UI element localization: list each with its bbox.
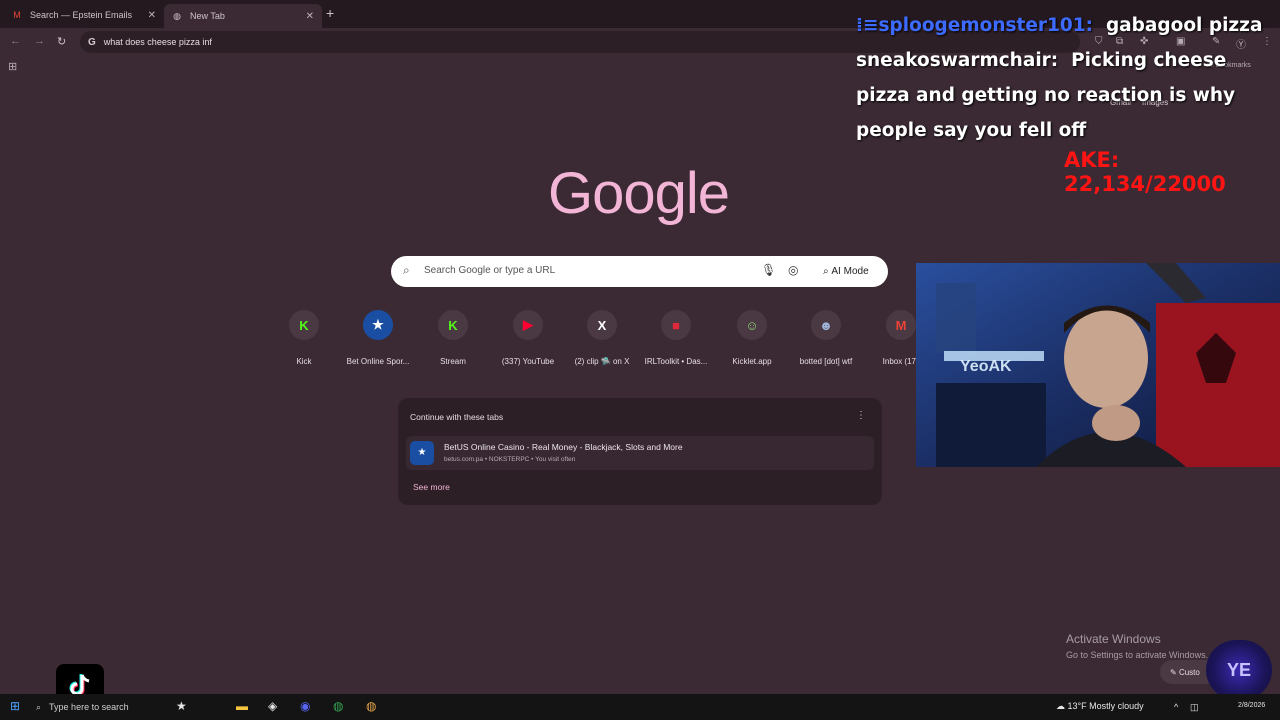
continue-tab-subtitle: betus.com.pa • NOKSTERPC • You visit oft… bbox=[444, 456, 576, 463]
gmail-icon: M bbox=[886, 310, 916, 340]
ai-mode-label: AI Mode bbox=[831, 266, 869, 277]
continue-tabs-card: Continue with these tabs ⋮ ★ BetUS Onlin… bbox=[398, 398, 882, 505]
shortcut-label: Stream bbox=[440, 357, 466, 366]
shortcut-inbox[interactable]: M Inbox (17 bbox=[864, 310, 916, 366]
address-bar-text: what does cheese pizza inf bbox=[103, 37, 212, 47]
google-g-icon: G bbox=[88, 36, 96, 48]
shortcuts-row: K Kick ★ Bet Online Spor... K Stream ▶ (… bbox=[270, 310, 920, 370]
date-text: 2/8/2026 bbox=[1238, 702, 1266, 709]
shortcut-x[interactable]: X (2) clip 🛸 on X bbox=[565, 310, 639, 366]
shortcut-label: Bet Online Spor... bbox=[346, 357, 410, 366]
chrome-icon[interactable]: ◍ bbox=[333, 699, 343, 713]
chat-message: ⁞≡sploogemonster101: gabagool pizza bbox=[856, 8, 1280, 43]
shortcut-label: (2) clip 🛸 on X bbox=[574, 357, 630, 366]
tray-chevron-icon[interactable]: ^ bbox=[1174, 702, 1178, 712]
tab-new-tab[interactable]: ◍ New Tab ✕ bbox=[164, 4, 322, 28]
robot-icon: ☻ bbox=[811, 310, 841, 340]
weather-text: 13°F Mostly cloudy bbox=[1067, 701, 1144, 711]
new-tab-button[interactable]: + bbox=[326, 5, 334, 21]
customize-label: Custo bbox=[1178, 667, 1200, 677]
more-options-icon[interactable]: ⋮ bbox=[856, 410, 866, 421]
see-more-link[interactable]: See more bbox=[413, 482, 450, 492]
search-icon: ⌕ bbox=[36, 701, 42, 712]
kicklet-icon: ☺ bbox=[737, 310, 767, 340]
taskbar-clock[interactable]: 2/8/2026 bbox=[1238, 702, 1265, 709]
microphone-icon[interactable]: 🎙 bbox=[761, 263, 776, 277]
chat-username: sneakoswarmchair: bbox=[856, 50, 1059, 71]
file-explorer-icon[interactable]: ▬ bbox=[236, 699, 248, 713]
ai-mode-button[interactable]: ⌕ AI Mode bbox=[816, 260, 876, 283]
chat-username: ⁞≡sploogemonster101: bbox=[856, 15, 1094, 36]
apps-grid-icon[interactable]: ⊞ bbox=[8, 60, 17, 73]
app-icon[interactable]: ◈ bbox=[268, 699, 277, 713]
shortcut-irltoolkit[interactable]: ■ IRLToolkit • Das... bbox=[639, 310, 713, 366]
shortcut-kick[interactable]: K Kick bbox=[267, 310, 341, 366]
tab-title: New Tab bbox=[190, 11, 225, 21]
shortcut-bet-online[interactable]: ★ Bet Online Spor... bbox=[341, 310, 415, 366]
weather-widget[interactable]: ☁ 13°F Mostly cloudy bbox=[1056, 701, 1144, 712]
chat-message: sneakoswarmchair: Picking cheese pizza a… bbox=[856, 43, 1280, 148]
activate-subtitle: Go to Settings to activate Windows. bbox=[1066, 650, 1209, 660]
irltoolkit-icon: ■ bbox=[661, 310, 691, 340]
kick-icon: K bbox=[438, 310, 468, 340]
discord-icon[interactable]: ◉ bbox=[300, 699, 310, 713]
network-icon[interactable]: ◫ bbox=[1190, 702, 1199, 713]
shortcut-stream[interactable]: K Stream bbox=[416, 310, 490, 366]
google-lens-icon[interactable]: ◎ bbox=[788, 263, 798, 277]
webcam-image: YeoAK bbox=[916, 263, 1280, 467]
taskbar-search[interactable]: ⌕ Type here to search bbox=[36, 698, 186, 716]
close-icon[interactable]: ✕ bbox=[306, 11, 314, 22]
activate-title: Activate Windows bbox=[1066, 632, 1161, 646]
taskbar-search-text: Type here to search bbox=[49, 702, 129, 712]
google-logo: Google bbox=[548, 161, 730, 226]
channel-logo-badge: YE bbox=[1206, 640, 1272, 700]
webcam-feed: YeoAK bbox=[916, 263, 1280, 467]
chat-text: gabagool pizza bbox=[1105, 15, 1263, 36]
shortcut-label: Inbox (17 bbox=[882, 357, 916, 366]
activate-windows-watermark: Activate Windows Go to Settings to activ… bbox=[1066, 632, 1208, 660]
search-box[interactable]: ⌕ Search Google or type a URL 🎙 ◎ ⌕ AI M… bbox=[391, 256, 888, 287]
svg-text:YeoAK: YeoAK bbox=[960, 358, 1012, 375]
widgets-icon[interactable]: ★ bbox=[176, 699, 187, 713]
shortcut-kicklet[interactable]: ☺ Kicklet.app bbox=[715, 310, 789, 366]
shortcut-youtube[interactable]: ▶ (337) YouTube bbox=[491, 310, 565, 366]
goal-counter: AKE: 22,134/22000 bbox=[1064, 148, 1226, 196]
chrome-icon: ◍ bbox=[173, 11, 181, 21]
chrome-canary-icon[interactable]: ◍ bbox=[366, 699, 376, 713]
tab-title: Search — Epstein Emails bbox=[30, 10, 133, 20]
shortcut-label: (337) YouTube bbox=[501, 357, 555, 366]
continue-tab-title: BetUS Online Casino - Real Money - Black… bbox=[444, 442, 683, 452]
star-icon: ★ bbox=[410, 441, 434, 465]
x-logo-icon: X bbox=[587, 310, 617, 340]
close-icon[interactable]: ✕ bbox=[148, 10, 156, 21]
shortcut-label: Kicklet.app bbox=[732, 357, 772, 366]
windows-taskbar: ⊞ ⌕ Type here to search ★ ▬ ◈ ◉ ◍ ◍ ☁ 13… bbox=[0, 694, 1280, 720]
tab-search-epstein-emails[interactable]: M Search — Epstein Emails ✕ bbox=[4, 4, 164, 26]
star-icon: ★ bbox=[363, 310, 393, 340]
shortcut-label: Kick bbox=[296, 357, 312, 366]
stream-chat-overlay: ⁞≡sploogemonster101: gabagool pizza snea… bbox=[856, 8, 1280, 148]
youtube-icon: ▶ bbox=[513, 310, 543, 340]
shortcut-label: botted [dot] wtf bbox=[799, 357, 853, 366]
continue-tabs-title: Continue with these tabs bbox=[410, 412, 504, 422]
kick-icon: K bbox=[289, 310, 319, 340]
reload-icon[interactable]: ↻ bbox=[57, 35, 66, 48]
forward-icon[interactable]: → bbox=[34, 35, 45, 47]
shortcut-label: IRLToolkit • Das... bbox=[644, 357, 708, 366]
shortcut-botted[interactable]: ☻ botted [dot] wtf bbox=[789, 310, 863, 366]
gmail-icon: M bbox=[13, 10, 21, 20]
albanian-flag bbox=[1156, 303, 1280, 467]
search-placeholder: Search Google or type a URL bbox=[424, 265, 556, 276]
windows-start-icon[interactable]: ⊞ bbox=[10, 699, 20, 713]
search-icon: ⌕ bbox=[403, 263, 410, 277]
continue-tab-item[interactable]: ★ BetUS Online Casino - Real Money - Bla… bbox=[406, 436, 874, 470]
back-icon[interactable]: ← bbox=[10, 35, 21, 47]
